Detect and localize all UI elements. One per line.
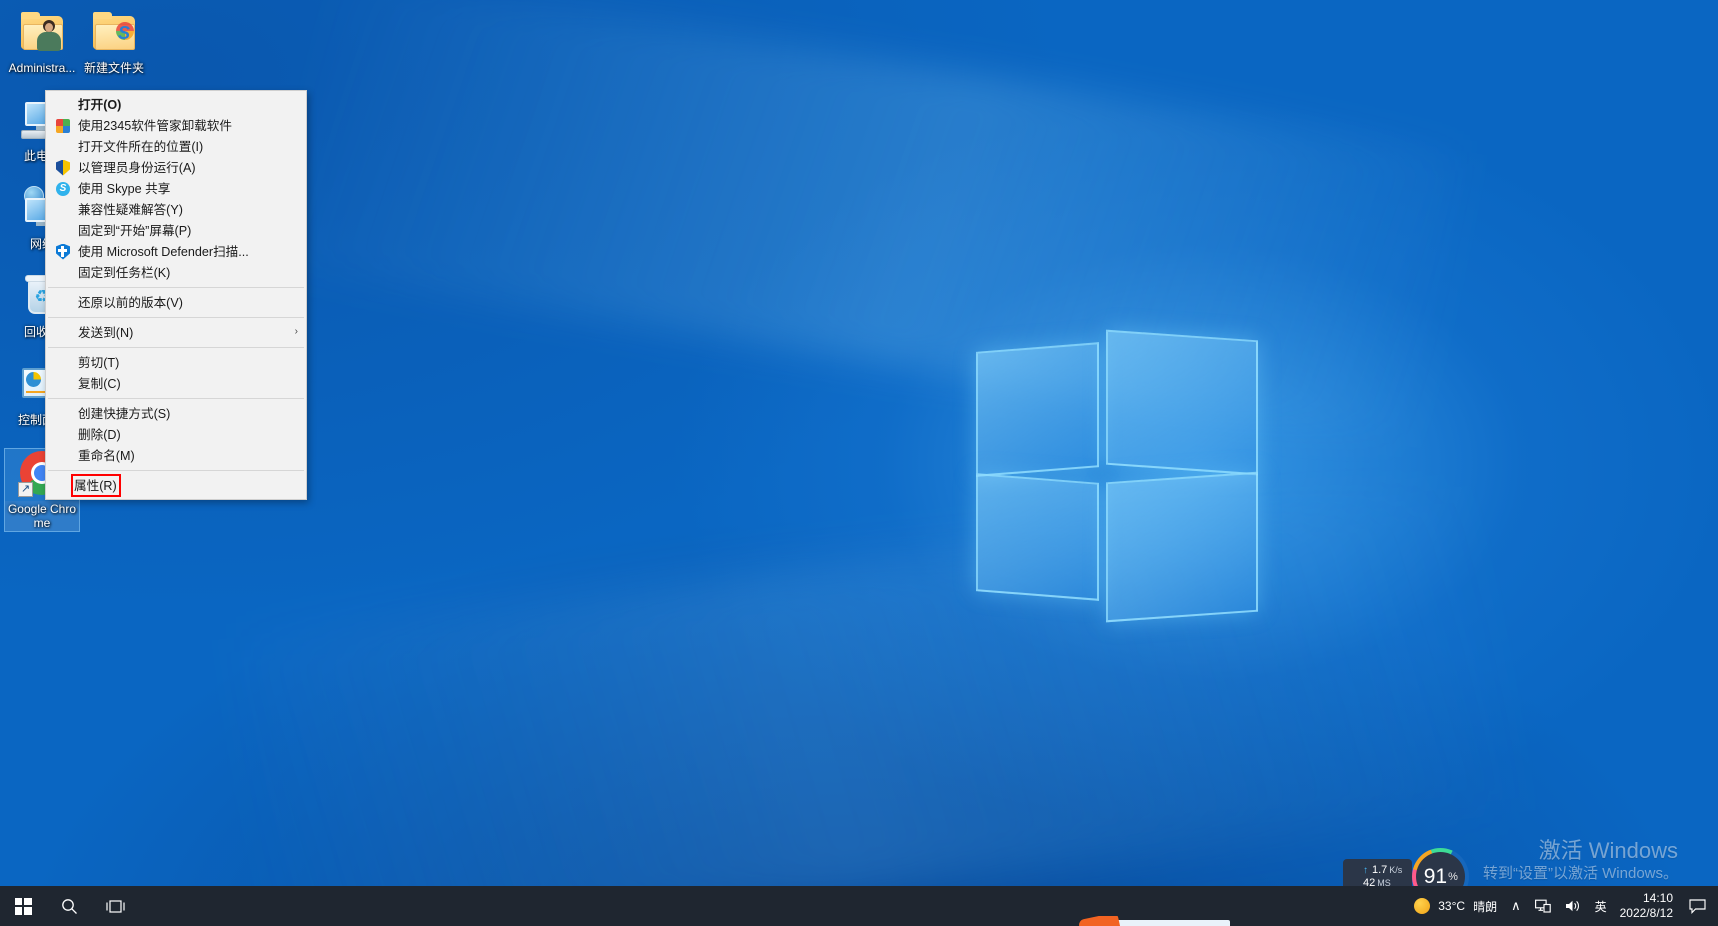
desktop-icon-label: Google Chrome bbox=[5, 501, 79, 531]
windows-logo-wallpaper bbox=[966, 325, 1266, 630]
skype-icon: S bbox=[54, 181, 74, 197]
menu-separator bbox=[48, 347, 304, 348]
menu-item-rename[interactable]: 重命名(M) bbox=[46, 445, 306, 466]
desktop-icon-label: 新建文件夹 bbox=[82, 60, 146, 76]
context-menu[interactable]: 打开(O) 使用2345软件管家卸载软件 打开文件所在的位置(I) 以管理员身份… bbox=[45, 90, 307, 500]
menu-item-restore-previous-versions[interactable]: 还原以前的版本(V) bbox=[46, 292, 306, 313]
upload-arrow-icon: ↑ bbox=[1363, 864, 1368, 877]
usage-percent-value: 91 bbox=[1424, 866, 1447, 887]
no-icon bbox=[54, 376, 74, 392]
volume-icon bbox=[1565, 899, 1581, 913]
defender-icon bbox=[54, 244, 74, 260]
activate-windows-watermark: 激活 Windows 转到“设置”以激活 Windows。 bbox=[1483, 837, 1678, 884]
menu-item-pin-to-taskbar[interactable]: 固定到任务栏(K) bbox=[46, 262, 306, 283]
no-icon bbox=[54, 406, 74, 422]
system-tray[interactable]: 33°C 晴朗 ∧ bbox=[1407, 886, 1718, 926]
menu-item-run-as-administrator[interactable]: 以管理员身份运行(A) bbox=[46, 157, 306, 178]
menu-item-uninstall-2345[interactable]: 使用2345软件管家卸载软件 bbox=[46, 115, 306, 136]
logo-pane-bottom-right bbox=[1106, 472, 1258, 623]
search-icon bbox=[61, 898, 78, 915]
weather-description: 晴朗 bbox=[1473, 898, 1497, 915]
menu-item-share-with-skype[interactable]: S 使用 Skype 共享 bbox=[46, 178, 306, 199]
weather-widget[interactable]: 33°C 晴朗 bbox=[1407, 886, 1504, 926]
ime-indicator[interactable]: 英 bbox=[1588, 886, 1614, 926]
logo-pane-bottom-left bbox=[976, 473, 1099, 601]
ime-label: 英 bbox=[1595, 898, 1607, 915]
menu-item-open-file-location[interactable]: 打开文件所在的位置(I) bbox=[46, 136, 306, 157]
menu-item-send-to[interactable]: 发送到(N) › bbox=[46, 322, 306, 343]
taskview-icon bbox=[106, 898, 125, 915]
clock-time: 14:10 bbox=[1643, 891, 1673, 906]
chevron-up-icon: ∧ bbox=[1511, 898, 1521, 914]
no-icon bbox=[54, 139, 74, 155]
no-icon bbox=[54, 265, 74, 281]
chevron-right-icon: › bbox=[295, 327, 298, 337]
menu-item-copy[interactable]: 复制(C) bbox=[46, 373, 306, 394]
start-button[interactable] bbox=[0, 886, 46, 926]
no-icon bbox=[54, 355, 74, 371]
watermark-title: 激活 Windows bbox=[1483, 837, 1678, 864]
upload-speed-unit: K/s bbox=[1389, 864, 1402, 877]
user-folder-icon bbox=[18, 8, 66, 56]
desktop-icon-administrator[interactable]: Administra... bbox=[4, 8, 80, 76]
network-tray-icon bbox=[1535, 899, 1551, 913]
no-icon bbox=[54, 427, 74, 443]
menu-separator bbox=[48, 317, 304, 318]
tray-expand-button[interactable]: ∧ bbox=[1504, 886, 1528, 926]
upload-speed-row: ↑ 1.7 K/s bbox=[1363, 864, 1402, 877]
action-center-button[interactable] bbox=[1683, 886, 1718, 926]
menu-item-scan-with-defender[interactable]: 使用 Microsoft Defender扫描... bbox=[46, 241, 306, 262]
menu-separator bbox=[48, 470, 304, 471]
logo-pane-top-right bbox=[1106, 330, 1258, 476]
menu-item-pin-to-start[interactable]: 固定到“开始”屏幕(P) bbox=[46, 220, 306, 241]
menu-item-compatibility-troubleshoot[interactable]: 兼容性疑难解答(Y) bbox=[46, 199, 306, 220]
taskbar-popup-sliver bbox=[1060, 916, 1230, 926]
sogou-folder-icon: S bbox=[90, 8, 138, 56]
upload-speed-value: 1.7 bbox=[1372, 864, 1387, 877]
weather-temperature: 33°C bbox=[1438, 899, 1465, 913]
menu-item-open[interactable]: 打开(O) bbox=[46, 94, 306, 115]
app-2345-icon bbox=[54, 118, 74, 134]
wallpaper-light-ray-top bbox=[284, 0, 1467, 448]
desktop[interactable]: Administra... S 新建文件夹 此电脑 网络 bbox=[0, 0, 1718, 926]
desktop-icon-label: Administra... bbox=[7, 60, 78, 76]
task-view-button[interactable] bbox=[92, 886, 138, 926]
clock-date: 2022/8/12 bbox=[1620, 906, 1673, 921]
no-icon bbox=[54, 295, 74, 311]
no-icon bbox=[54, 448, 74, 464]
menu-separator bbox=[48, 398, 304, 399]
menu-item-create-shortcut[interactable]: 创建快捷方式(S) bbox=[46, 403, 306, 424]
uac-shield-icon bbox=[54, 160, 74, 176]
clock-button[interactable]: 14:10 2022/8/12 bbox=[1614, 886, 1683, 926]
menu-separator bbox=[48, 287, 304, 288]
no-icon bbox=[54, 202, 74, 218]
notification-icon bbox=[1689, 899, 1706, 914]
no-icon bbox=[54, 223, 74, 239]
percent-symbol: % bbox=[1448, 871, 1458, 883]
watermark-subtitle: 转到“设置”以激活 Windows。 bbox=[1483, 864, 1678, 884]
shortcut-arrow-icon: ↗ bbox=[18, 482, 33, 497]
desktop-icon-new-folder[interactable]: S 新建文件夹 bbox=[76, 8, 152, 76]
no-icon bbox=[54, 325, 74, 341]
no-icon bbox=[54, 97, 74, 113]
network-tray-button[interactable] bbox=[1528, 886, 1558, 926]
volume-button[interactable] bbox=[1558, 886, 1588, 926]
search-button[interactable] bbox=[46, 886, 92, 926]
taskbar[interactable]: 33°C 晴朗 ∧ bbox=[0, 886, 1718, 926]
sun-icon bbox=[1414, 898, 1430, 914]
menu-item-delete[interactable]: 删除(D) bbox=[46, 424, 306, 445]
menu-item-properties[interactable]: 属性(R) bbox=[72, 475, 120, 496]
logo-pane-top-left bbox=[976, 342, 1099, 477]
windows-start-icon bbox=[15, 898, 32, 915]
wallpaper-light-ray-bottom bbox=[235, 485, 1516, 926]
menu-item-cut[interactable]: 剪切(T) bbox=[46, 352, 306, 373]
